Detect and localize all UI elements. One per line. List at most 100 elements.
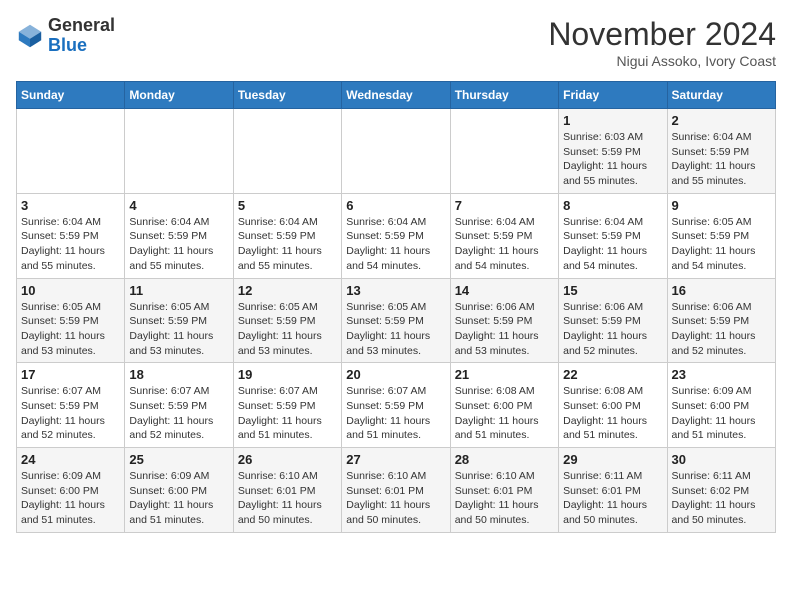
- calendar-cell: 27 Sunrise: 6:10 AM Sunset: 6:01 PM Dayli…: [342, 448, 450, 533]
- calendar-cell: 11 Sunrise: 6:05 AM Sunset: 5:59 PM Dayli…: [125, 278, 233, 363]
- day-info: Sunrise: 6:05 AM Sunset: 5:59 PM Dayligh…: [129, 300, 228, 359]
- calendar-cell: 16Sunrise: 6:06 AM Sunset: 5:59 PM Dayli…: [667, 278, 775, 363]
- day-number: 17: [21, 367, 120, 382]
- calendar-cell: 3 Sunrise: 6:04 AM Sunset: 5:59 PM Daylig…: [17, 193, 125, 278]
- logo-text: General Blue: [48, 16, 115, 56]
- day-of-week-header: Tuesday: [233, 82, 341, 109]
- day-number: 18: [129, 367, 228, 382]
- day-of-week-header: Saturday: [667, 82, 775, 109]
- day-of-week-header: Sunday: [17, 82, 125, 109]
- calendar-week-row: 17 Sunrise: 6:07 AM Sunset: 5:59 PM Dayli…: [17, 363, 776, 448]
- logo: General Blue: [16, 16, 115, 56]
- calendar-cell: 28 Sunrise: 6:10 AM Sunset: 6:01 PM Dayli…: [450, 448, 558, 533]
- calendar-week-row: 10 Sunrise: 6:05 AM Sunset: 5:59 PM Dayli…: [17, 278, 776, 363]
- calendar-cell: 17Sunrise: 6:07 AM Sunset: 5:59 PM Dayli…: [17, 363, 125, 448]
- calendar-cell: 7 Sunrise: 6:04 AM Sunset: 5:59 PM Daylig…: [450, 193, 558, 278]
- calendar-cell: 25 Sunrise: 6:09 AM Sunset: 6:00 PM Dayli…: [125, 448, 233, 533]
- day-info: Sunrise: 6:07 AM Sunset: 5:59 PM Dayligh…: [346, 384, 445, 443]
- calendar-cell: 24Sunrise: 6:09 AM Sunset: 6:00 PM Dayli…: [17, 448, 125, 533]
- day-of-week-header: Monday: [125, 82, 233, 109]
- logo-icon: [16, 22, 44, 50]
- month-title: November 2024: [548, 16, 776, 53]
- calendar-week-row: 3 Sunrise: 6:04 AM Sunset: 5:59 PM Daylig…: [17, 193, 776, 278]
- day-info: Sunrise: 6:09 AM Sunset: 6:00 PM Dayligh…: [21, 469, 120, 528]
- day-number: 19: [238, 367, 337, 382]
- calendar-cell: 19 Sunrise: 6:07 AM Sunset: 5:59 PM Dayli…: [233, 363, 341, 448]
- day-number: 12: [238, 283, 337, 298]
- day-info: Sunrise: 6:04 AM Sunset: 5:59 PM Dayligh…: [129, 215, 228, 274]
- day-info: Sunrise: 6:07 AM Sunset: 5:59 PM Dayligh…: [129, 384, 228, 443]
- calendar-cell: 2 Sunrise: 6:04 AM Sunset: 5:59 PM Daylig…: [667, 109, 775, 194]
- day-number: 10: [21, 283, 120, 298]
- day-number: 21: [455, 367, 554, 382]
- calendar-cell: 23Sunrise: 6:09 AM Sunset: 6:00 PM Dayli…: [667, 363, 775, 448]
- day-info: Sunrise: 6:06 AM Sunset: 5:59 PM Dayligh…: [672, 300, 771, 359]
- day-number: 28: [455, 452, 554, 467]
- day-number: 4: [129, 198, 228, 213]
- day-number: 22: [563, 367, 662, 382]
- day-number: 11: [129, 283, 228, 298]
- day-info: Sunrise: 6:10 AM Sunset: 6:01 PM Dayligh…: [346, 469, 445, 528]
- day-number: 15: [563, 283, 662, 298]
- day-info: Sunrise: 6:09 AM Sunset: 6:00 PM Dayligh…: [672, 384, 771, 443]
- location-text: Nigui Assoko, Ivory Coast: [548, 53, 776, 69]
- page-header: General Blue November 2024 Nigui Assoko,…: [16, 16, 776, 69]
- day-of-week-header: Friday: [559, 82, 667, 109]
- day-number: 3: [21, 198, 120, 213]
- logo-general-text: General: [48, 15, 115, 35]
- calendar-header: SundayMondayTuesdayWednesdayThursdayFrid…: [17, 82, 776, 109]
- day-info: Sunrise: 6:04 AM Sunset: 5:59 PM Dayligh…: [346, 215, 445, 274]
- day-number: 20: [346, 367, 445, 382]
- day-info: Sunrise: 6:08 AM Sunset: 6:00 PM Dayligh…: [455, 384, 554, 443]
- calendar-cell: [233, 109, 341, 194]
- day-info: Sunrise: 6:10 AM Sunset: 6:01 PM Dayligh…: [455, 469, 554, 528]
- calendar-cell: 1Sunrise: 6:03 AM Sunset: 5:59 PM Daylig…: [559, 109, 667, 194]
- title-block: November 2024 Nigui Assoko, Ivory Coast: [548, 16, 776, 69]
- calendar-cell: 12Sunrise: 6:05 AM Sunset: 5:59 PM Dayli…: [233, 278, 341, 363]
- calendar-body: 1Sunrise: 6:03 AM Sunset: 5:59 PM Daylig…: [17, 109, 776, 533]
- day-info: Sunrise: 6:04 AM Sunset: 5:59 PM Dayligh…: [238, 215, 337, 274]
- calendar-week-row: 24Sunrise: 6:09 AM Sunset: 6:00 PM Dayli…: [17, 448, 776, 533]
- day-number: 14: [455, 283, 554, 298]
- calendar-cell: [450, 109, 558, 194]
- calendar-cell: 13 Sunrise: 6:05 AM Sunset: 5:59 PM Dayli…: [342, 278, 450, 363]
- day-info: Sunrise: 6:11 AM Sunset: 6:02 PM Dayligh…: [672, 469, 771, 528]
- calendar-cell: 6 Sunrise: 6:04 AM Sunset: 5:59 PM Daylig…: [342, 193, 450, 278]
- day-info: Sunrise: 6:05 AM Sunset: 5:59 PM Dayligh…: [346, 300, 445, 359]
- day-number: 29: [563, 452, 662, 467]
- day-info: Sunrise: 6:03 AM Sunset: 5:59 PM Dayligh…: [563, 130, 662, 189]
- day-number: 26: [238, 452, 337, 467]
- day-info: Sunrise: 6:07 AM Sunset: 5:59 PM Dayligh…: [238, 384, 337, 443]
- day-info: Sunrise: 6:06 AM Sunset: 5:59 PM Dayligh…: [455, 300, 554, 359]
- calendar-cell: [125, 109, 233, 194]
- calendar-cell: [17, 109, 125, 194]
- day-info: Sunrise: 6:04 AM Sunset: 5:59 PM Dayligh…: [21, 215, 120, 274]
- day-header-row: SundayMondayTuesdayWednesdayThursdayFrid…: [17, 82, 776, 109]
- day-number: 25: [129, 452, 228, 467]
- calendar-cell: 29 Sunrise: 6:11 AM Sunset: 6:01 PM Dayli…: [559, 448, 667, 533]
- calendar-cell: 18 Sunrise: 6:07 AM Sunset: 5:59 PM Dayli…: [125, 363, 233, 448]
- day-number: 27: [346, 452, 445, 467]
- day-info: Sunrise: 6:05 AM Sunset: 5:59 PM Dayligh…: [672, 215, 771, 274]
- calendar-cell: 15 Sunrise: 6:06 AM Sunset: 5:59 PM Dayli…: [559, 278, 667, 363]
- calendar-cell: 10Sunrise: 6:05 AM Sunset: 5:59 PM Dayli…: [17, 278, 125, 363]
- calendar-cell: 8Sunrise: 6:04 AM Sunset: 5:59 PM Daylig…: [559, 193, 667, 278]
- day-info: Sunrise: 6:09 AM Sunset: 6:00 PM Dayligh…: [129, 469, 228, 528]
- calendar-cell: 21 Sunrise: 6:08 AM Sunset: 6:00 PM Dayli…: [450, 363, 558, 448]
- calendar-cell: 22Sunrise: 6:08 AM Sunset: 6:00 PM Dayli…: [559, 363, 667, 448]
- day-number: 30: [672, 452, 771, 467]
- day-number: 7: [455, 198, 554, 213]
- calendar-cell: 9Sunrise: 6:05 AM Sunset: 5:59 PM Daylig…: [667, 193, 775, 278]
- day-info: Sunrise: 6:11 AM Sunset: 6:01 PM Dayligh…: [563, 469, 662, 528]
- calendar-cell: 26Sunrise: 6:10 AM Sunset: 6:01 PM Dayli…: [233, 448, 341, 533]
- day-number: 5: [238, 198, 337, 213]
- day-number: 2: [672, 113, 771, 128]
- day-number: 13: [346, 283, 445, 298]
- day-number: 6: [346, 198, 445, 213]
- day-info: Sunrise: 6:04 AM Sunset: 5:59 PM Dayligh…: [455, 215, 554, 274]
- day-info: Sunrise: 6:04 AM Sunset: 5:59 PM Dayligh…: [672, 130, 771, 189]
- day-info: Sunrise: 6:06 AM Sunset: 5:59 PM Dayligh…: [563, 300, 662, 359]
- day-of-week-header: Wednesday: [342, 82, 450, 109]
- calendar-cell: 30 Sunrise: 6:11 AM Sunset: 6:02 PM Dayli…: [667, 448, 775, 533]
- calendar-cell: 4 Sunrise: 6:04 AM Sunset: 5:59 PM Daylig…: [125, 193, 233, 278]
